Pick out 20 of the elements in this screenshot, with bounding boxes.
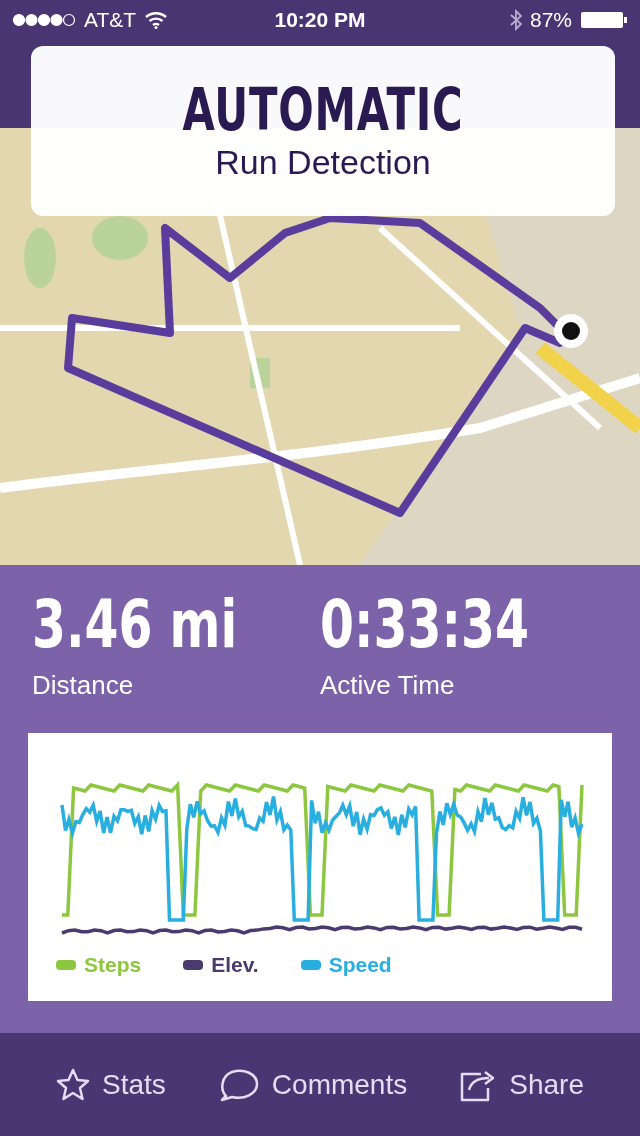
stat-value: 0:33:34 <box>320 589 530 662</box>
stat-value: 3.46 mi <box>32 589 239 662</box>
tab-bar-item[interactable]: Comments <box>217 1067 408 1102</box>
banner-subtitle: Run Detection <box>215 142 431 182</box>
battery-icon <box>580 10 628 30</box>
legend-label: Steps <box>84 953 142 977</box>
clock-time: 10:20 PM <box>273 8 367 32</box>
tab-bar-item[interactable]: Stats <box>56 1067 166 1102</box>
signal-icon <box>12 13 76 27</box>
banner-title: AUTOMATIC <box>182 80 464 139</box>
carrier-name: AT&T <box>84 8 137 32</box>
tab-bar-item[interactable]: Share <box>459 1067 584 1102</box>
stat-label: Active Time <box>320 669 456 701</box>
star-icon <box>56 1067 90 1102</box>
battery-percent: 87% <box>529 8 572 32</box>
bluetooth-icon <box>509 9 522 31</box>
legend-label: Speed <box>328 953 392 977</box>
stat-label: Distance <box>32 669 135 701</box>
wifi-icon <box>144 11 169 29</box>
legend-label: Elev. <box>211 953 259 977</box>
